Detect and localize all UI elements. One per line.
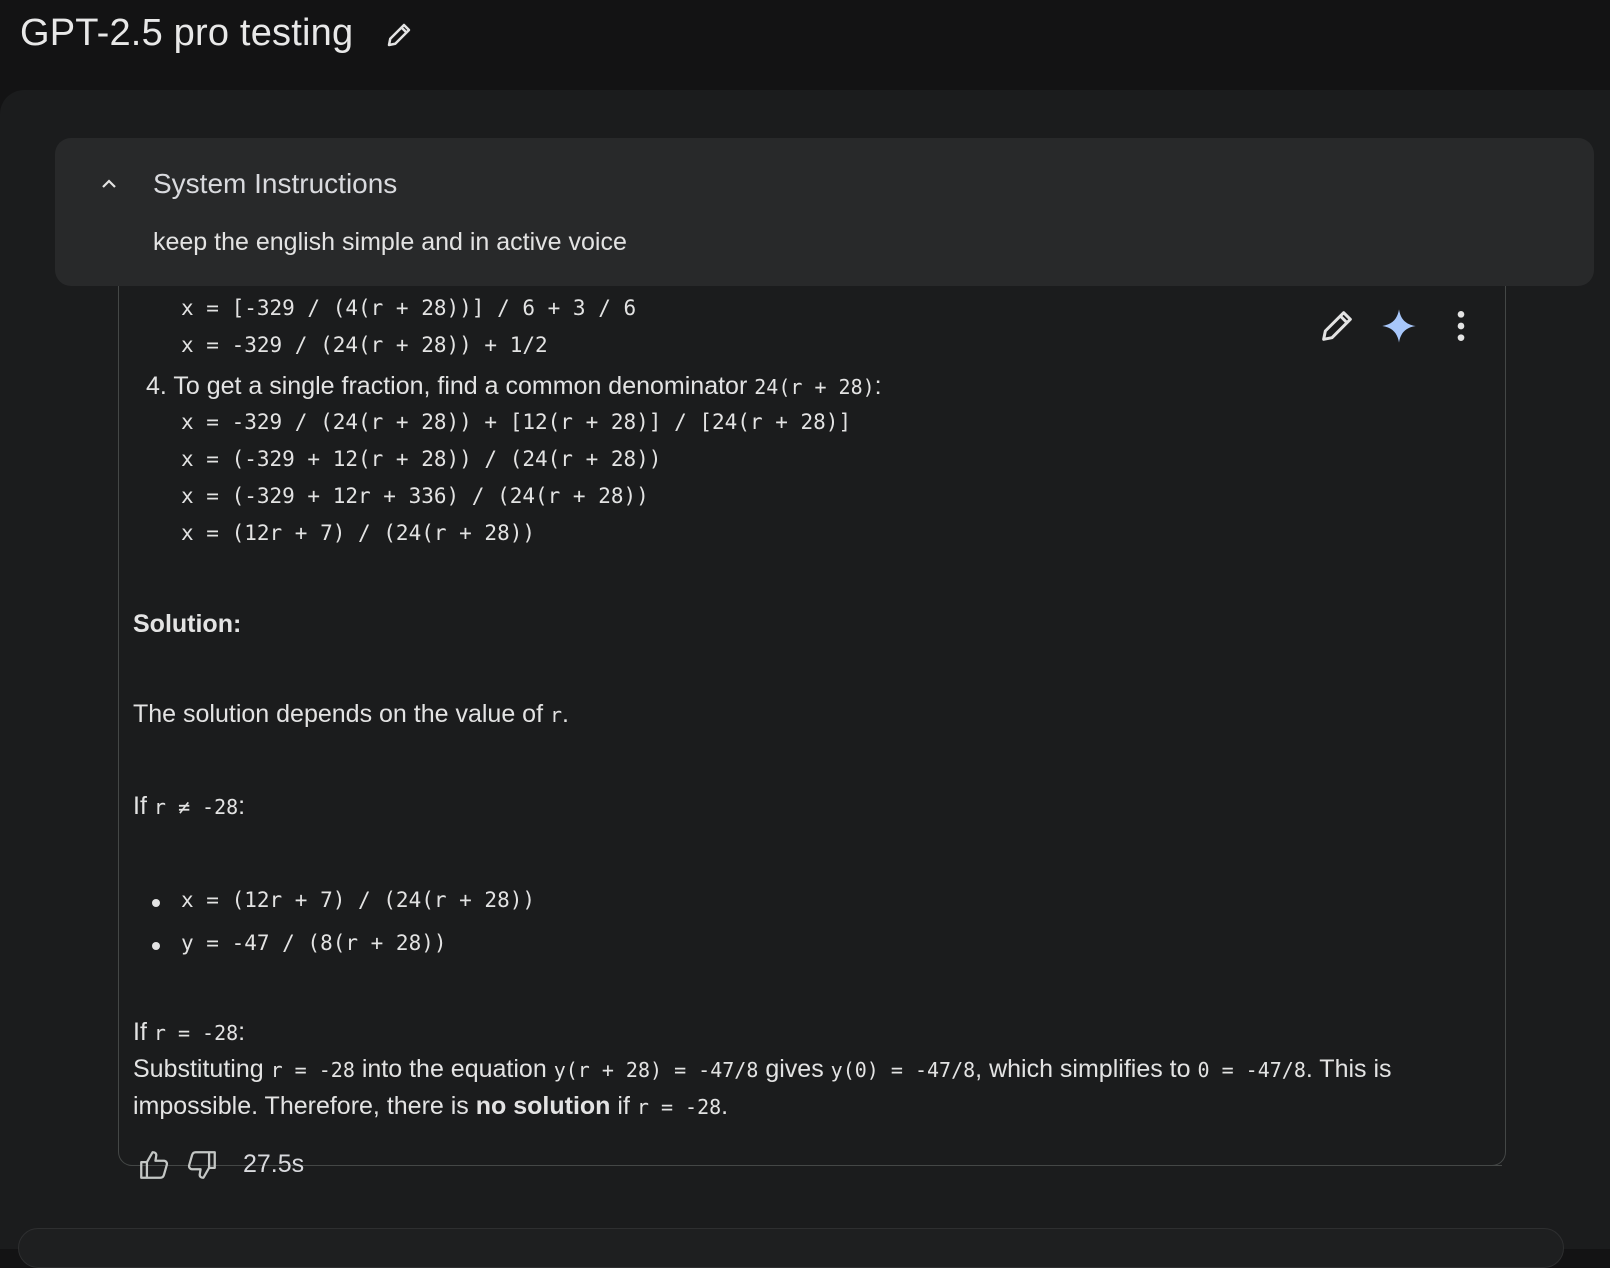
- step-number: 4.: [146, 372, 167, 400]
- pencil-icon[interactable]: [1317, 306, 1357, 346]
- depends-label: The solution depends on the value of: [133, 700, 544, 728]
- text: gives: [765, 1055, 824, 1083]
- colon: :: [874, 372, 882, 400]
- case1-heading: If r ≠ -28:: [133, 792, 245, 821]
- text: , which simplifies to: [975, 1055, 1191, 1083]
- step-4: 4. To get a single fraction, find a comm…: [146, 372, 882, 401]
- inline-code: r = -28: [636, 1095, 722, 1119]
- text: into the equation: [361, 1055, 547, 1083]
- page-title: GPT-2.5 pro testing: [20, 12, 354, 54]
- if-label: If: [133, 1018, 147, 1046]
- bold-text: no solution: [475, 1092, 611, 1120]
- bullet-dot: [152, 942, 160, 950]
- step-text: To get a single fraction, find a common …: [173, 372, 748, 400]
- bullet-dot: [152, 899, 160, 907]
- inline-code: y(0) = -47/8: [830, 1058, 976, 1082]
- math-line: x = (12r + 7) / (24(r + 28)): [181, 521, 536, 545]
- colon: :: [238, 792, 246, 820]
- inline-code: r ≠ -28: [153, 795, 239, 819]
- colon: :: [238, 1018, 246, 1046]
- thumbs-down-icon[interactable]: [185, 1148, 219, 1182]
- thumbs-up-icon[interactable]: [137, 1148, 171, 1182]
- list-item: x = (12r + 7) / (24(r + 28)): [181, 888, 536, 912]
- system-instructions-title: System Instructions: [153, 168, 398, 199]
- list-item: y = -47 / (8(r + 28)): [181, 931, 447, 955]
- math-line: x = (-329 + 12r + 336) / (24(r + 28)): [181, 484, 649, 508]
- system-instructions-text[interactable]: keep the english simple and in active vo…: [153, 228, 627, 257]
- inline-code: 24(r + 28): [754, 375, 875, 399]
- period: .: [562, 700, 569, 728]
- math-line: x = -329 / (24(r + 28)) + 1/2: [181, 333, 548, 357]
- math-line: x = -329 / (24(r + 28)) + [12(r + 28)] /…: [181, 410, 852, 434]
- inline-code: y(r + 28) = -47/8: [553, 1058, 759, 1082]
- case2-line-2: impossible. Therefore, there is no solut…: [133, 1092, 728, 1121]
- text: if: [617, 1092, 630, 1120]
- case2-line-1: Substituting r = -28 into the equation y…: [133, 1055, 1392, 1084]
- response-time: 27.5s: [243, 1150, 305, 1178]
- text: Substituting: [133, 1055, 264, 1083]
- inline-code: 0 = -47/8: [1197, 1058, 1306, 1082]
- more-vert-icon[interactable]: [1441, 306, 1481, 346]
- case2-heading: If r = -28:: [133, 1018, 245, 1047]
- period: .: [721, 1092, 729, 1120]
- inline-code: r: [549, 703, 563, 727]
- math-line: x = (-329 + 12(r + 28)) / (24(r + 28)): [181, 447, 662, 471]
- system-instructions-panel[interactable]: System Instructions keep the english sim…: [55, 138, 1594, 286]
- chevron-up-icon[interactable]: [97, 172, 121, 196]
- inline-code: r = -28: [270, 1058, 355, 1082]
- top-bar: GPT-2.5 pro testing: [0, 0, 1610, 90]
- text: impossible. Therefore, there is: [133, 1092, 469, 1120]
- math-line: x = [-329 / (4(r + 28))] / 6 + 3 / 6: [181, 296, 637, 320]
- prompt-input-area[interactable]: [18, 1228, 1564, 1268]
- depends-text: The solution depends on the value of r.: [133, 700, 569, 729]
- solution-heading: Solution:: [133, 610, 242, 638]
- pencil-icon[interactable]: [384, 20, 414, 50]
- inline-code: r = -28: [153, 1021, 239, 1045]
- divider: [322, 1165, 1502, 1166]
- if-label: If: [133, 792, 147, 820]
- sparkle-icon[interactable]: [1379, 306, 1419, 346]
- text: . This is: [1305, 1055, 1392, 1083]
